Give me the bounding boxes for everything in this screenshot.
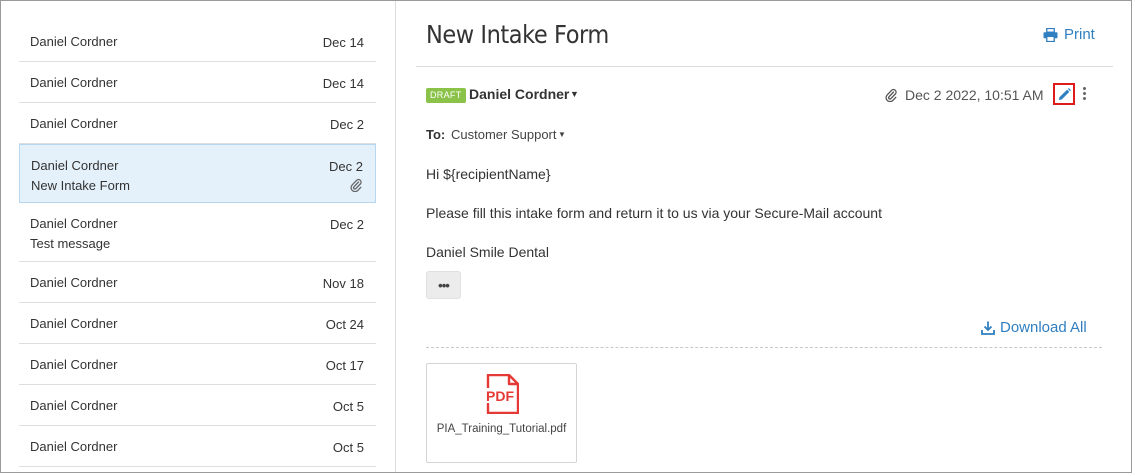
paperclip-icon (885, 88, 897, 102)
message-list-item[interactable]: Daniel Cordner Dec 2 (19, 103, 376, 144)
message-subject: New Intake Form (31, 178, 130, 193)
message-sender: Daniel Cordner (31, 158, 119, 173)
message-date: Oct 5 (332, 399, 364, 414)
attachment-filename: PIA_Training_Tutorial.pdf (436, 423, 567, 435)
sender-name[interactable]: Daniel Cordner (469, 86, 569, 102)
header-divider (416, 66, 1113, 67)
message-title: New Intake Form (426, 20, 609, 49)
pencil-icon (1058, 87, 1071, 100)
message-list-item[interactable]: Daniel Cordner Oct 5 (19, 426, 376, 467)
print-button[interactable]: Print (1043, 26, 1095, 43)
message-date: Dec 14 (322, 35, 364, 50)
message-list-item[interactable]: Daniel Cordner Oct 17 (19, 344, 376, 385)
message-list-item[interactable]: Daniel Cordner Oct 24 (19, 303, 376, 344)
recipient-caret-icon[interactable]: ▼ (558, 130, 566, 139)
message-list-item[interactable]: Daniel Cordner Dec 2 New Intake Form (19, 144, 376, 203)
message-sender: Daniel Cordner (30, 357, 118, 372)
message-date: Dec 2 (330, 217, 364, 232)
message-meta: Dec 2 2022, 10:51 AM (885, 87, 1044, 103)
paperclip-icon (350, 178, 362, 192)
download-all-button[interactable]: Download All (981, 319, 1087, 336)
body-greeting: Hi ${recipientName} (426, 166, 551, 182)
message-date: Dec 2 (330, 117, 364, 132)
message-sender: Daniel Cordner (30, 34, 118, 49)
message-date: Oct 24 (325, 317, 364, 332)
message-sender: Daniel Cordner (30, 275, 118, 290)
message-list: Daniel Cordner Dec 14 Daniel Cordner Dec 14… (19, 21, 376, 467)
sender-caret-icon[interactable]: ▼ (570, 89, 579, 99)
message-date: Dec 2 (329, 159, 363, 174)
to-label: To: (426, 127, 446, 142)
app-frame: Daniel Cordner Dec 14 Daniel Cordner Dec 14… (0, 0, 1132, 473)
message-timestamp: Dec 2 2022, 10:51 AM (905, 87, 1044, 103)
edit-draft-button[interactable] (1053, 83, 1075, 105)
message-list-item[interactable]: Daniel Cordner Oct 5 (19, 385, 376, 426)
message-sender: Daniel Cordner (30, 75, 118, 90)
message-list-item[interactable]: Daniel Cordner Dec 2 Test message (19, 203, 376, 262)
draft-badge: DRAFT (426, 88, 466, 103)
message-sender: Daniel Cordner (30, 439, 118, 454)
show-trimmed-content-button[interactable]: ••• (426, 271, 461, 299)
more-options-kebab-icon[interactable] (1081, 87, 1087, 103)
printer-icon (1043, 27, 1058, 42)
message-sender: Daniel Cordner (30, 116, 118, 131)
download-icon (981, 321, 995, 335)
message-list-item[interactable]: Daniel Cordner Dec 14 (19, 21, 376, 62)
message-sender: Daniel Cordner (30, 398, 118, 413)
attachment-card[interactable]: PDF PIA_Training_Tutorial.pdf (426, 363, 577, 463)
pane-divider (395, 1, 396, 472)
print-label: Print (1064, 26, 1095, 43)
message-subject: Test message (30, 236, 111, 251)
recipient-name[interactable]: Customer Support (451, 127, 557, 142)
message-date: Oct 17 (325, 358, 364, 373)
message-list-item[interactable]: Daniel Cordner Dec 14 (19, 62, 376, 103)
message-sender: Daniel Cordner (30, 216, 118, 231)
message-date: Dec 14 (322, 76, 364, 91)
message-sender: Daniel Cordner (30, 316, 118, 331)
body-signature: Daniel Smile Dental (426, 244, 549, 260)
message-list-item[interactable]: Daniel Cordner Nov 18 (19, 262, 376, 303)
svg-text:PDF: PDF (486, 388, 514, 404)
message-date: Nov 18 (322, 276, 364, 291)
body-paragraph: Please fill this intake form and return … (426, 205, 882, 221)
attachments-divider (426, 347, 1102, 348)
pdf-file-icon: PDF (485, 374, 519, 414)
download-all-label: Download All (1000, 319, 1087, 336)
message-date: Oct 5 (332, 440, 364, 455)
